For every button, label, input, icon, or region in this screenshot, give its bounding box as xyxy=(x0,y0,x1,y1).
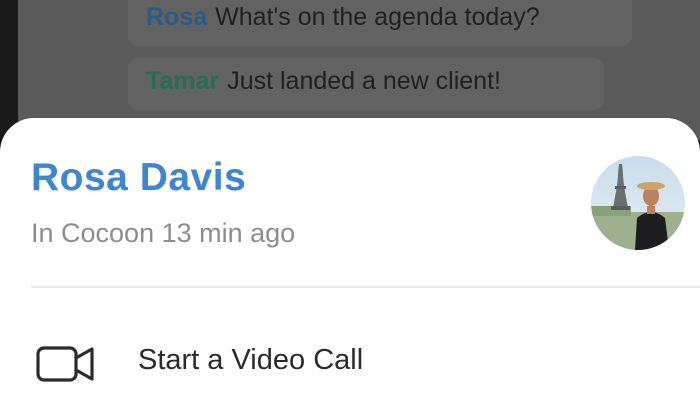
message-sender: Rosa xyxy=(146,3,208,31)
avatar[interactable] xyxy=(591,156,685,250)
chat-message[interactable]: Tamar Just landed a new client! xyxy=(128,58,604,110)
message-sender: Tamar xyxy=(146,67,220,95)
message-text: Just landed a new client! xyxy=(227,67,501,95)
divider xyxy=(31,286,700,288)
profile-name: Rosa Davis xyxy=(31,156,247,199)
profile-bottom-sheet: Rosa Davis In Cocoon 13 min ago Start a … xyxy=(0,118,700,408)
video-camera-icon xyxy=(36,346,94,382)
start-video-call-button[interactable]: Start a Video Call xyxy=(0,318,700,408)
profile-status: In Cocoon 13 min ago xyxy=(31,218,296,248)
chat-message[interactable]: Rosa What's on the agenda today? xyxy=(128,0,632,46)
start-video-call-label: Start a Video Call xyxy=(138,344,364,376)
message-text: What's on the agenda today? xyxy=(215,3,540,31)
